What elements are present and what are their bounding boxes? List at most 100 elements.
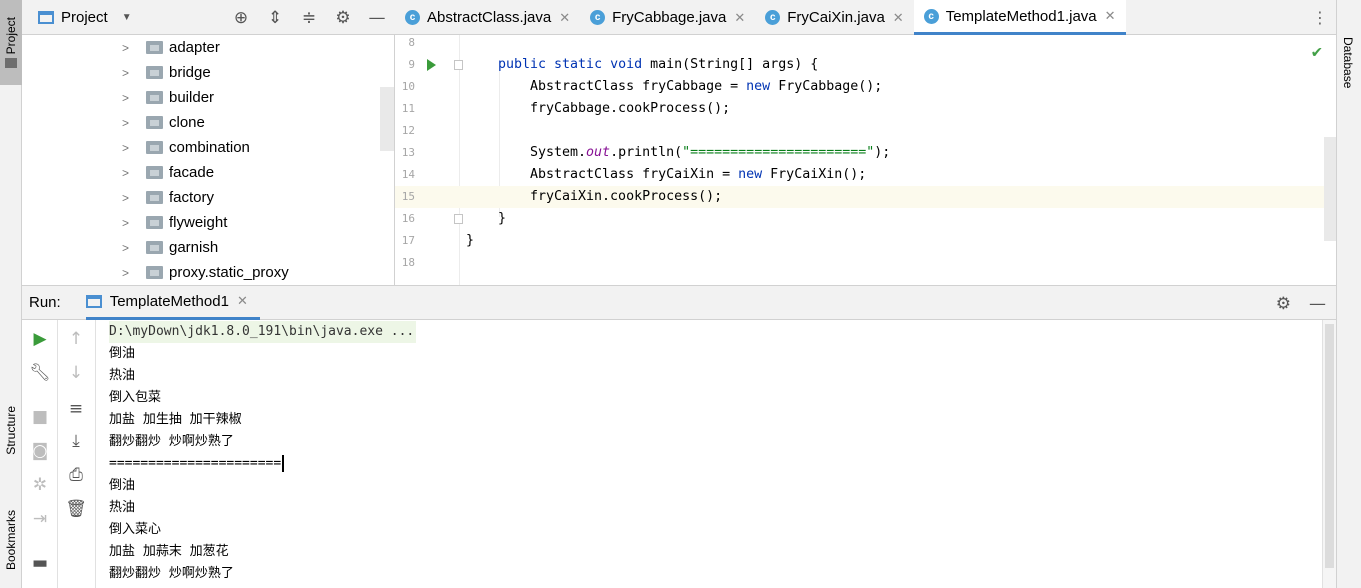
tree-item-label: garnish — [169, 239, 219, 256]
close-icon[interactable]: ✕ — [237, 293, 248, 309]
chevron-right-icon[interactable]: > — [122, 66, 134, 80]
code-line: 8 — [395, 32, 1336, 54]
code-line: 17 } — [395, 230, 1336, 252]
gear-icon[interactable]: ⚙ — [333, 8, 353, 28]
chevron-right-icon[interactable]: > — [122, 141, 134, 155]
tree-item[interactable]: > combination — [22, 135, 394, 160]
tree-item[interactable]: > facade — [22, 160, 394, 185]
tree-scrollbar[interactable] — [380, 87, 394, 151]
wrench-icon[interactable]: 🔧︎ — [22, 358, 58, 388]
package-folder-icon — [146, 266, 163, 279]
exit-icon[interactable]: ⇥ — [22, 504, 58, 534]
package-folder-icon — [146, 166, 163, 179]
console-output[interactable]: D:\myDown\jdk1.8.0_191\bin\java.exe ... … — [96, 320, 1322, 588]
package-folder-icon — [146, 216, 163, 229]
tree-item[interactable]: > clone — [22, 110, 394, 135]
trash-icon[interactable]: 🗑︎ — [58, 494, 94, 524]
chevron-right-icon[interactable]: > — [122, 116, 134, 130]
arrow-down-icon[interactable]: ↓ — [58, 358, 94, 388]
locate-icon[interactable]: ⊕ — [231, 8, 251, 28]
stop-icon[interactable]: ■ — [22, 402, 58, 432]
code-line: 10 AbstractClass fryCabbage = new FryCab… — [395, 76, 1336, 98]
tab-abstractclass[interactable]: c AbstractClass.java ✕ — [395, 0, 580, 35]
run-main-icon[interactable] — [427, 59, 436, 71]
chevron-right-icon[interactable]: > — [122, 191, 134, 205]
scroll-to-end-icon[interactable]: ⤓ — [58, 426, 94, 456]
console-line: 翻炒翻炒 炒啊炒熟了 — [109, 434, 234, 449]
tab-frycaixin[interactable]: c FryCaiXin.java ✕ — [755, 0, 913, 35]
chevron-right-icon[interactable]: > — [122, 91, 134, 105]
tree-item[interactable]: > garnish — [22, 235, 394, 260]
line-number: 17 — [401, 234, 415, 247]
run-config-tab[interactable]: TemplateMethod1 ✕ — [85, 285, 260, 320]
camera-icon[interactable]: ◙ — [22, 436, 58, 466]
restore-layout-icon[interactable]: ✲ — [22, 470, 58, 500]
close-icon[interactable]: ✕ — [734, 10, 745, 26]
chevron-right-icon[interactable]: > — [122, 216, 134, 230]
code-editor[interactable]: 8 9 public static void main(String[] arg… — [395, 35, 1336, 285]
chevron-right-icon[interactable]: > — [122, 166, 134, 180]
text-cursor — [282, 455, 285, 472]
package-folder-icon — [146, 91, 163, 104]
chevron-right-icon[interactable]: > — [122, 241, 134, 255]
rerun-icon[interactable]: ▶ — [22, 324, 58, 354]
line-number: 15 — [401, 190, 415, 203]
tree-item-label: flyweight — [169, 214, 228, 231]
tree-item[interactable]: > proxy.static_proxy — [22, 260, 394, 285]
left-tool-strip: Project Structure Bookmarks — [0, 0, 22, 588]
chevron-down-icon: ▼ — [121, 11, 132, 23]
fold-icon[interactable] — [454, 60, 463, 70]
console-scrollbar[interactable] — [1322, 320, 1336, 588]
tree-item[interactable]: > builder — [22, 85, 394, 110]
project-tool-tab[interactable]: Project — [0, 0, 22, 85]
fold-icon[interactable] — [454, 214, 463, 224]
more-vertical-icon[interactable]: ⋮ — [1312, 8, 1328, 27]
project-title: Project — [61, 8, 108, 26]
close-icon[interactable]: ✕ — [559, 10, 570, 26]
chevron-right-icon[interactable]: > — [122, 266, 134, 280]
line-number: 18 — [401, 256, 415, 269]
close-icon[interactable]: ✕ — [893, 10, 904, 26]
no-problems-check-icon[interactable]: ✔ — [1312, 42, 1322, 62]
folder-icon — [5, 58, 17, 69]
structure-tool-tab[interactable]: Structure — [0, 395, 22, 465]
tree-item[interactable]: > factory — [22, 185, 394, 210]
gear-icon[interactable]: ⚙ — [1276, 294, 1291, 314]
tree-item-label: proxy.static_proxy — [169, 264, 289, 281]
tree-item-label: bridge — [169, 64, 211, 81]
tree-item-label: adapter — [169, 39, 220, 56]
console-line: 倒油 — [109, 346, 136, 361]
line-number: 12 — [401, 124, 415, 137]
database-tool-tab[interactable]: Database — [1337, 30, 1359, 95]
java-class-icon: c — [590, 10, 606, 25]
tree-item[interactable]: > adapter — [22, 35, 394, 60]
editor-scrollbar[interactable] — [1324, 137, 1336, 241]
collapse-all-icon[interactable]: ≑ — [299, 8, 319, 28]
expand-all-icon[interactable]: ⇕ — [265, 8, 285, 28]
tab-templatemethod1[interactable]: c TemplateMethod1.java ✕ — [913, 0, 1126, 35]
java-runnable-class-icon: c — [923, 8, 939, 24]
layout-icon[interactable]: ▬ — [22, 548, 58, 578]
bookmarks-tool-tab[interactable]: Bookmarks — [0, 500, 22, 580]
run-tab-label: TemplateMethod1 — [109, 292, 229, 310]
close-icon[interactable]: ✕ — [1105, 8, 1116, 24]
package-folder-icon — [146, 141, 163, 154]
tab-frycabbage[interactable]: c FryCabbage.java ✕ — [580, 0, 755, 35]
code-line: 14 AbstractClass fryCaiXin = new FryCaiX… — [395, 164, 1336, 186]
editor-tab-bar: c AbstractClass.java ✕ c FryCabbage.java ✕ c… — [395, 0, 1336, 35]
project-view-selector[interactable]: Project ▼ — [38, 9, 132, 26]
line-number: 16 — [401, 212, 415, 225]
right-tool-strip: Database — [1336, 0, 1361, 588]
soft-wrap-icon[interactable]: ≡ — [58, 394, 94, 424]
minimize-icon[interactable]: — — [1309, 294, 1326, 314]
chevron-right-icon[interactable]: > — [122, 41, 134, 55]
tree-item-label: combination — [169, 139, 250, 156]
tree-item[interactable]: > bridge — [22, 60, 394, 85]
minimize-icon[interactable]: — — [367, 8, 387, 28]
print-icon[interactable]: ⎙ — [58, 460, 94, 490]
console-line: 加盐 加蒜末 加葱花 — [109, 544, 229, 559]
tree-item[interactable]: > flyweight — [22, 210, 394, 235]
run-toolbar-primary: ▶ 🔧︎ ■ ◙ ✲ ⇥ ▬ — [22, 320, 58, 588]
arrow-up-icon[interactable]: ↑ — [58, 324, 94, 354]
console-line: 加盐 加生抽 加干辣椒 — [109, 412, 242, 427]
